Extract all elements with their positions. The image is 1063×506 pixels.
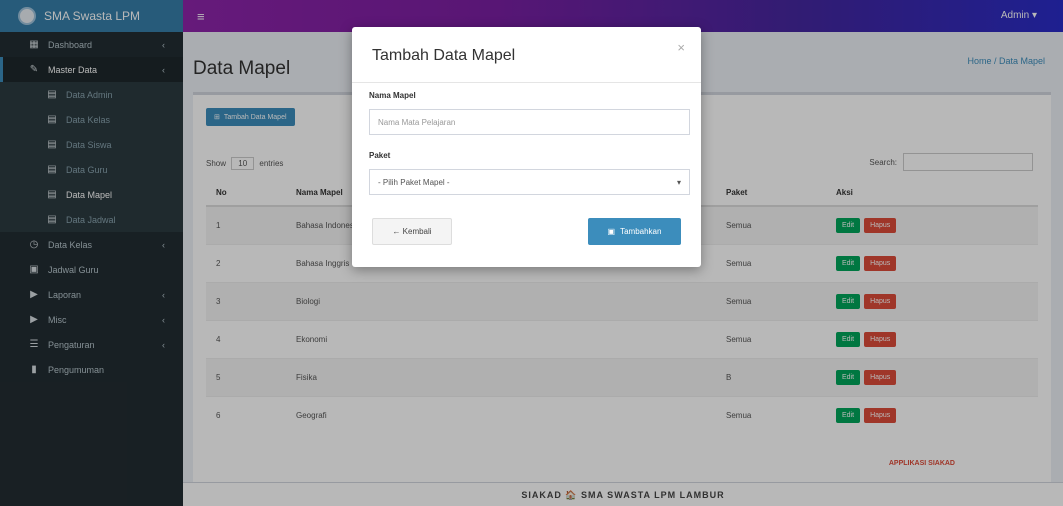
- submit-label: Tambahkan: [620, 227, 662, 236]
- close-icon[interactable]: ×: [677, 40, 685, 55]
- modal-header: Tambah Data Mapel ×: [352, 27, 701, 83]
- save-icon: ▣: [607, 227, 616, 236]
- nama-mapel-placeholder: Nama Mata Pelajaran: [378, 117, 456, 127]
- add-mapel-modal: Tambah Data Mapel × Nama Mapel Nama Mata…: [352, 27, 701, 267]
- back-label: ← Kembali: [392, 227, 432, 236]
- paket-label: Paket: [369, 151, 391, 160]
- paket-selected-value: - Pilih Paket Mapel -: [378, 177, 450, 187]
- back-button[interactable]: ← Kembali: [372, 218, 452, 245]
- nama-mapel-input[interactable]: Nama Mata Pelajaran: [369, 109, 690, 135]
- chevron-down-icon: ▾: [676, 177, 681, 187]
- submit-button[interactable]: ▣ Tambahkan: [588, 218, 681, 245]
- nama-mapel-label: Nama Mapel: [369, 91, 416, 100]
- modal-title: Tambah Data Mapel: [372, 47, 516, 64]
- paket-select[interactable]: - Pilih Paket Mapel - ▾: [369, 169, 690, 195]
